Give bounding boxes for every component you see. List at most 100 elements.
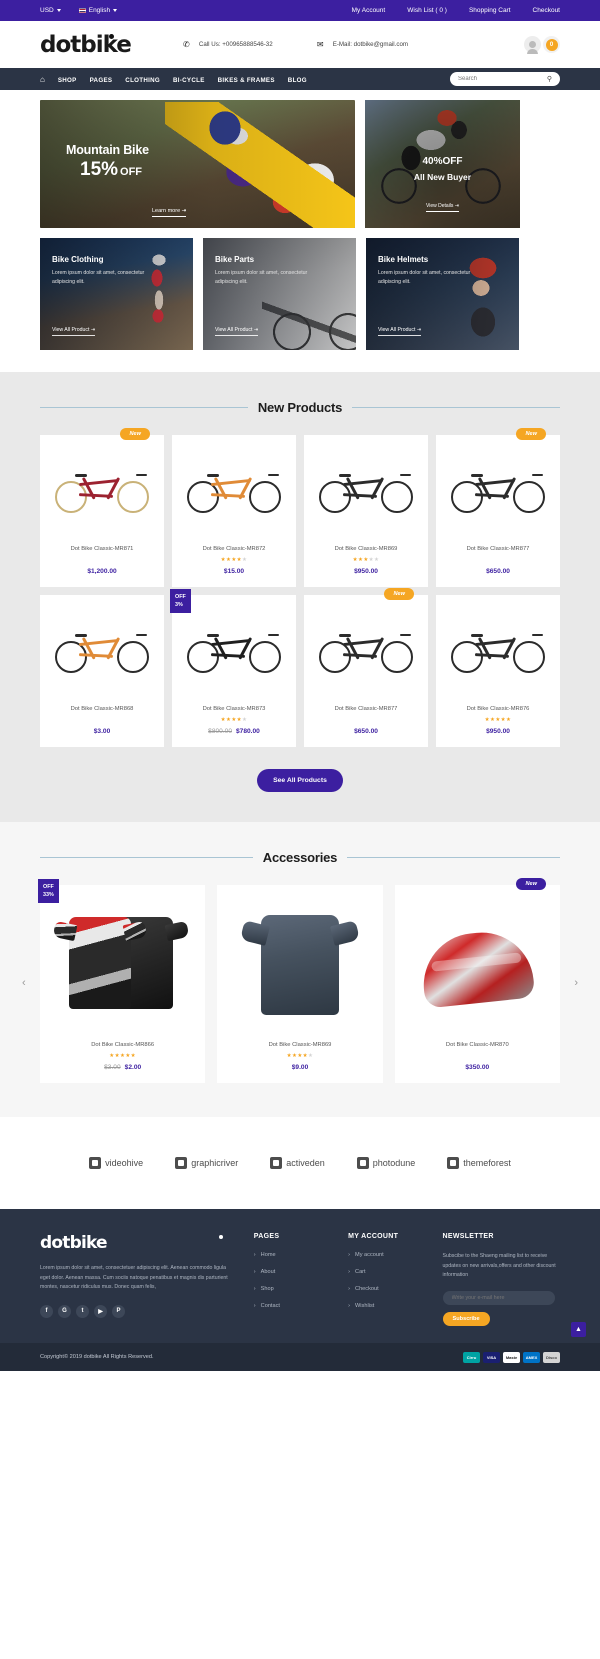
link-my-account[interactable]: My Account	[352, 7, 386, 14]
footer-link[interactable]: Checkout	[348, 1286, 424, 1292]
product-rating: ★★★★★	[221, 557, 248, 564]
newsletter-email-input[interactable]	[442, 1290, 555, 1305]
carousel-prev-arrow[interactable]: ‹	[22, 977, 26, 989]
hero-side-cta-label: View Details ⇥	[426, 203, 459, 212]
product-current-price: $950.00	[354, 568, 378, 575]
product-card[interactable]: OFF 3% Dot Bike Classic-MR873 ★★★★★ $800.00 $…	[170, 589, 296, 747]
accessory-card[interactable]: New Dot Bike Classic-MR870 $350.00	[394, 878, 560, 1083]
footer-link[interactable]: Home	[254, 1252, 330, 1258]
cart-button[interactable]: 0	[543, 36, 560, 53]
social-icon[interactable]: f	[40, 1304, 53, 1318]
product-card[interactable]: Dot Bike Classic-MR868 $3.00	[40, 595, 164, 747]
product-card[interactable]: New Dot Bike Classic-MR871 $1,200.00	[40, 428, 164, 587]
category-title: Bike Clothing	[52, 255, 104, 264]
hero-side-view-details-link[interactable]: View Details ⇥	[365, 203, 520, 212]
accessories-carousel: OFF 33% Dot Bike Classic-MR866 ★★★★★ $3.00 $2…	[22, 878, 578, 1083]
product-current-price: $1,200.00	[87, 568, 117, 575]
language-selector[interactable]: English	[78, 7, 118, 14]
accessory-card[interactable]: OFF 33% Dot Bike Classic-MR866 ★★★★★ $3.00 $2…	[38, 879, 206, 1083]
account-button[interactable]	[524, 36, 541, 54]
footer-link[interactable]: Wishlist	[348, 1303, 424, 1309]
nav-list: ⌂ SHOP PAGES CLOTHING BI-CYCLE BIKES & F…	[40, 74, 307, 85]
phone-icon: ✆	[183, 40, 190, 49]
link-shopping-cart[interactable]: Shopping Cart	[469, 7, 511, 14]
social-icon[interactable]: P	[112, 1304, 125, 1318]
category-view-all-link[interactable]: View All Product ⇥	[215, 327, 259, 336]
header-contacts: ✆ Call Us: +00965888546-32 ✉ E-Mail: dot…	[181, 39, 408, 50]
product-card[interactable]: Dot Bike Classic-MR869 ★★★★★ $950.00	[304, 435, 428, 587]
wheel-icon	[451, 481, 483, 513]
brand-logo[interactable]: activeden	[270, 1157, 325, 1169]
saddle-icon	[471, 473, 483, 477]
footer-link[interactable]: Shop	[254, 1286, 330, 1292]
payment-icon: Maste	[503, 1351, 520, 1363]
site-footer: dotbike Lorem ipsum dolor sit amet, cons…	[0, 1209, 600, 1343]
wheel-icon	[513, 481, 545, 513]
hero-banner-side[interactable]: 40%OFF All New Buyer View Details ⇥	[365, 100, 520, 228]
brand-logo[interactable]: graphicriver	[175, 1157, 238, 1169]
link-wish-list[interactable]: Wish List ( 0 )	[407, 7, 447, 14]
search-input[interactable]	[458, 76, 547, 82]
social-icon[interactable]: t	[76, 1304, 89, 1318]
nav-item-clothing[interactable]: CLOTHING	[125, 74, 160, 85]
footer-logo[interactable]: dotbike	[40, 1233, 236, 1253]
nav-item-bicycle[interactable]: BI-CYCLE	[173, 74, 205, 85]
header-actions: 0	[524, 36, 560, 54]
hero-learn-more-link[interactable]: Learn more ⇥	[152, 208, 187, 217]
product-name: Dot Bike Classic-MR873	[202, 706, 266, 712]
see-all-products-button[interactable]: See All Products	[257, 769, 343, 792]
category-card-bike-helmets[interactable]: Bike Helmets Lorem ipsum dolor sit amet,…	[366, 238, 519, 350]
accessories-section: Accessories OFF 33% Dot Bike Classic-MR866…	[0, 822, 600, 1117]
social-icon[interactable]: ▶	[94, 1304, 107, 1318]
category-desc: Lorem ipsum dolor sit amet, consectetur …	[52, 270, 145, 285]
handlebar-icon	[532, 473, 543, 476]
brand-name: graphicriver	[191, 1158, 239, 1168]
nav-item-blog[interactable]: BLOG	[288, 74, 307, 85]
product-card[interactable]: New Dot Bike Classic-MR877 $650.00	[304, 588, 428, 747]
hero-off-label: OFF	[120, 166, 143, 178]
footer-link[interactable]: Cart	[348, 1269, 424, 1275]
category-view-all-link[interactable]: View All Product ⇥	[378, 327, 422, 336]
brand-logo[interactable]: videohive	[89, 1157, 143, 1169]
back-to-top-button[interactable]: ▲	[571, 1322, 586, 1337]
nav-item-home[interactable]: ⌂	[40, 74, 45, 85]
handlebar-icon	[136, 473, 147, 476]
category-card-bike-clothing[interactable]: Bike Clothing Lorem ipsum dolor sit amet…	[40, 238, 193, 350]
social-icon[interactable]: G	[58, 1304, 71, 1318]
product-card[interactable]: Dot Bike Classic-MR876 ★★★★★ $950.00	[436, 595, 560, 747]
product-card[interactable]: Dot Bike Classic-MR872 ★★★★★ $15.00	[172, 435, 296, 587]
bike-rider-dot-icon	[218, 1235, 223, 1239]
footer-link[interactable]: Contact	[254, 1303, 330, 1309]
category-view-all-link[interactable]: View All Product ⇥	[52, 327, 96, 336]
accessory-card[interactable]: Dot Bike Classic-MR869 ★★★★★ $9.00	[217, 885, 383, 1083]
product-name: Dot Bike Classic-MR872	[202, 546, 266, 552]
wheel-icon	[381, 481, 413, 513]
link-checkout[interactable]: Checkout	[533, 7, 560, 14]
carousel-next-arrow[interactable]: ›	[574, 977, 578, 989]
site-logo[interactable]: dotbike	[40, 32, 132, 58]
hero-banner-main[interactable]: Mountain Bike 15% OFF Learn more ⇥	[40, 100, 355, 228]
search-icon[interactable]: ⚲	[547, 75, 552, 83]
category-card-bike-parts[interactable]: Bike Parts Lorem ipsum dolor sit amet, c…	[203, 238, 356, 350]
nav-item-bikes-frames[interactable]: BIKES & FRAMES	[218, 74, 275, 85]
wheel-icon	[117, 641, 149, 673]
search-box[interactable]: ⚲	[450, 72, 560, 86]
footer-link[interactable]: About	[254, 1269, 330, 1275]
nav-label: SHOP	[57, 76, 77, 84]
nav-item-pages[interactable]: PAGES	[90, 74, 113, 85]
helmet-image	[418, 927, 536, 1009]
nav-item-shop[interactable]: SHOP	[58, 74, 77, 85]
brand-logo[interactable]: themeforest	[447, 1157, 511, 1169]
handlebar-icon	[532, 633, 543, 636]
product-price: $800.00 $780.00	[208, 728, 260, 735]
handlebar-icon	[400, 473, 411, 476]
newsletter-subscribe-button[interactable]: Subscribe	[442, 1311, 490, 1326]
footer-link[interactable]: My account	[348, 1252, 424, 1258]
bike-image	[317, 457, 415, 517]
product-card[interactable]: New Dot Bike Classic-MR877 $650.00	[436, 428, 560, 587]
divider-right	[347, 857, 561, 858]
brand-logo[interactable]: photodune	[356, 1157, 415, 1169]
product-price: $350.00	[465, 1064, 489, 1071]
currency-selector[interactable]: USD	[40, 7, 61, 14]
top-bar-links: My Account Wish List ( 0 ) Shopping Cart…	[352, 7, 560, 14]
